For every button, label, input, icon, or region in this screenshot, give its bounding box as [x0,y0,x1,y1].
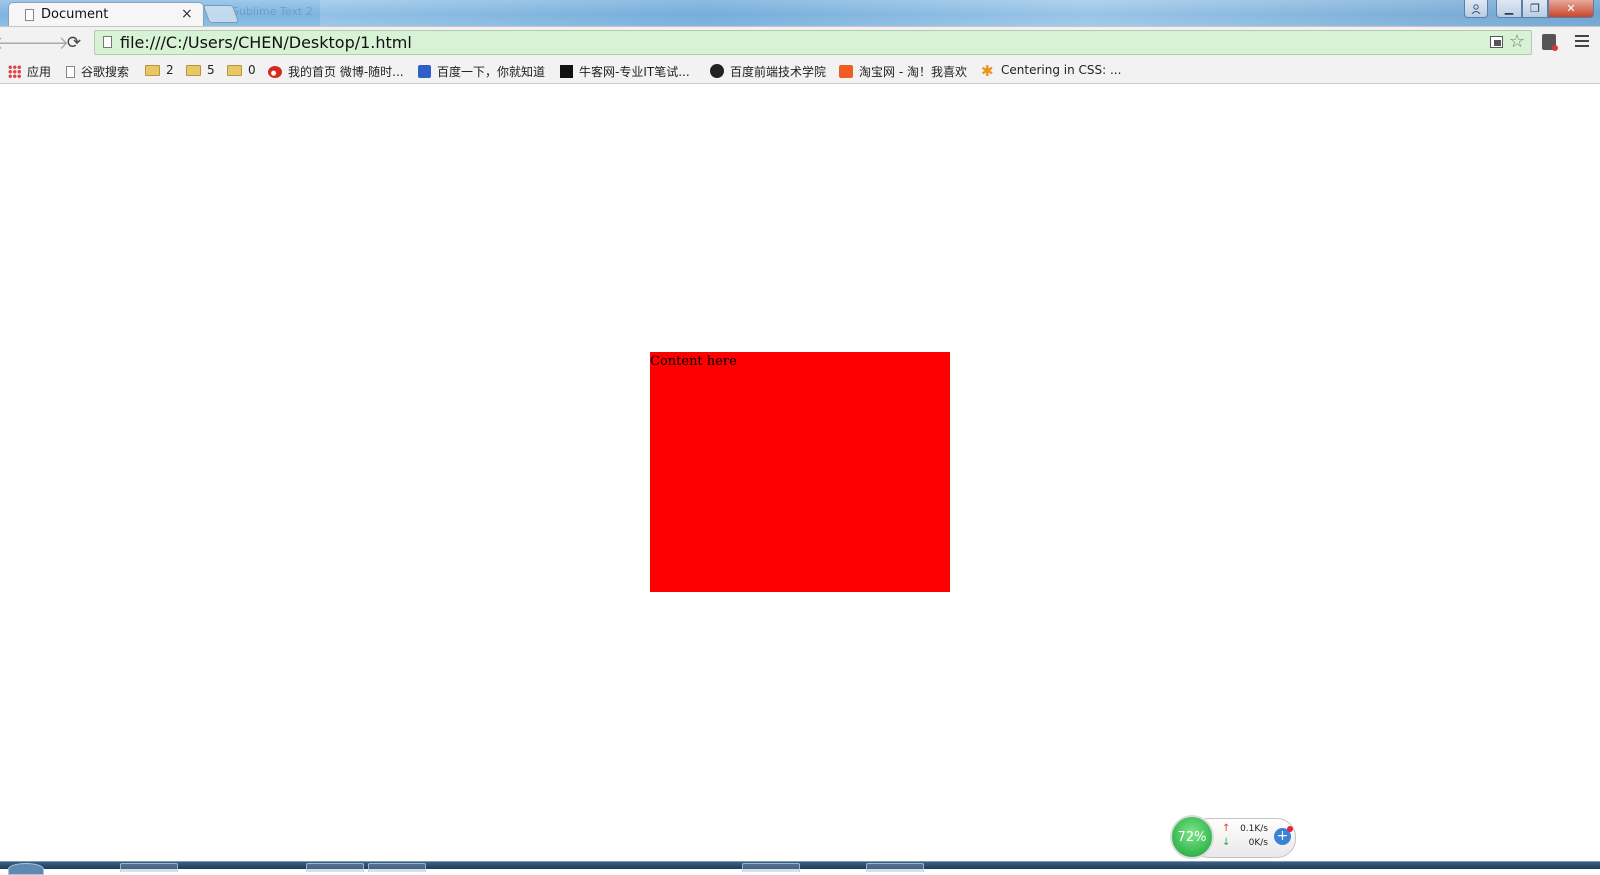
add-icon[interactable]: + [1274,826,1293,845]
bookmark-google-search[interactable]: 谷歌搜索 [66,63,129,80]
bookmark-taobao[interactable]: 淘宝网 - 淘！我喜欢 [839,63,967,80]
title-bar: Document × Sublime Text 2 ▁ ❐ ✕ [0,0,1600,26]
minimize-button[interactable]: ▁ [1496,0,1522,18]
start-button[interactable] [8,863,44,875]
bookmark-label: 牛客网-专业IT笔试... [579,65,690,79]
menu-icon[interactable] [1575,35,1589,47]
bookmarks-bar: 应用 谷歌搜索 2 5 0 我的首页 微博-随时... 百度一下，你就知道 牛客… [0,57,1600,84]
bookmark-folder-0[interactable]: 0 [227,63,256,77]
page-icon [25,9,34,21]
bookmark-ife[interactable]: 百度前端技术学院 [710,63,826,80]
asterisk-icon: ✱ [981,62,994,80]
background-window-title: Sublime Text 2 [232,5,313,18]
taobao-icon [839,65,853,78]
bookmark-folder-5[interactable]: 5 [186,63,215,77]
extension-icon[interactable] [1542,34,1558,51]
content-text: Content here [650,354,737,369]
address-bar[interactable]: file:///C:/Users/CHEN/Desktop/1.html ☆ [94,30,1532,55]
usage-gauge[interactable]: 72% [1170,815,1214,859]
upload-rate: 0.1K/s [1240,824,1268,834]
reload-icon[interactable]: ⟳ [62,31,86,55]
maximize-button[interactable]: ❐ [1522,0,1548,18]
bookmark-label: 百度一下，你就知道 [437,65,546,79]
window-controls: ▁ ❐ ✕ [1464,0,1594,20]
user-profile-button[interactable] [1464,0,1488,18]
user-icon [1471,3,1481,14]
upload-arrow-icon: ↑ [1222,823,1231,834]
download-rate: 0K/s [1248,838,1268,848]
tab-close-icon[interactable]: × [181,6,193,22]
weibo-icon [268,66,282,78]
star-icon[interactable]: ☆ [1509,31,1525,52]
bookmark-label: 0 [248,63,256,77]
bookmark-folder-2[interactable]: 2 [145,63,174,77]
tab-document[interactable]: Document × [8,2,204,26]
download-arrow-icon: ↓ [1222,837,1231,848]
browser-toolbar: 🡐 🡒 ⟳ file:///C:/Users/CHEN/Desktop/1.ht… [0,26,1600,58]
bookmark-label: 淘宝网 - 淘！我喜欢 [859,65,967,79]
bookmark-label: 我的首页 微博-随时... [288,65,404,79]
close-window-button[interactable]: ✕ [1548,0,1594,18]
folder-icon [227,65,242,76]
page-icon [66,66,75,78]
forward-arrow-icon[interactable]: 🡒 [21,31,69,55]
bookmark-label: 谷歌搜索 [81,65,130,79]
bookmark-centering-css[interactable]: ✱ Centering in CSS: ... [981,63,1121,79]
bookmark-label: 5 [207,63,215,77]
folder-icon [145,65,160,76]
bookmark-apps[interactable]: 应用 [8,63,51,80]
nowcoder-icon [560,65,573,78]
network-speed-widget[interactable]: 72% ↑ ↓ 0.1K/s 0K/s + [1170,815,1296,859]
new-tab-button[interactable] [202,5,240,23]
url-text[interactable]: file:///C:/Users/CHEN/Desktop/1.html [120,33,412,52]
bookmark-baidu[interactable]: 百度一下，你就知道 [418,63,545,80]
translate-icon[interactable] [1490,36,1503,48]
folder-icon [186,65,201,76]
bookmark-label: Centering in CSS: ... [1001,63,1122,77]
content-box: Content here [650,352,950,592]
apps-icon [8,65,21,78]
bookmark-weibo[interactable]: 我的首页 微博-随时... [268,63,404,80]
ife-icon [710,64,724,78]
bookmark-label: 应用 [27,65,52,79]
bookmark-label: 2 [166,63,174,77]
page-icon [103,36,112,48]
tab-title: Document [41,7,109,22]
bookmark-nowcoder[interactable]: 牛客网-专业IT笔试... [560,63,690,80]
bookmark-label: 百度前端技术学院 [730,65,827,79]
baidu-icon [418,65,431,78]
